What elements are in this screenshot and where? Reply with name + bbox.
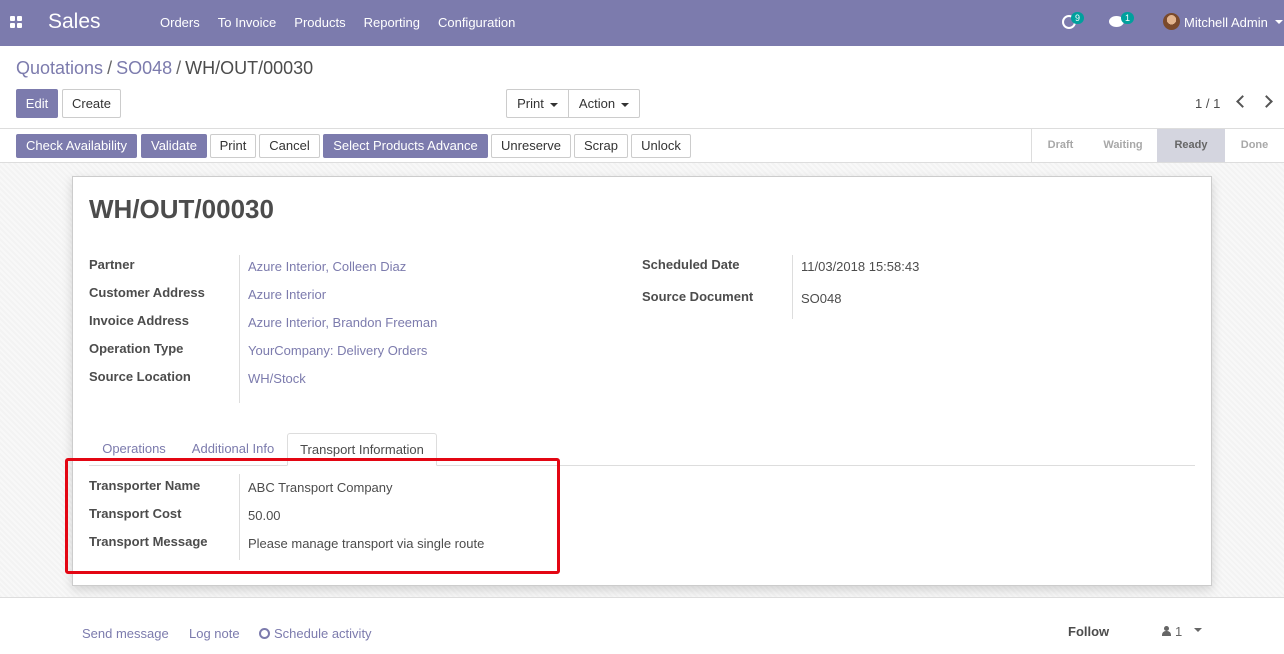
menu-reporting[interactable]: Reporting bbox=[364, 15, 420, 30]
schedule-activity-button[interactable]: Schedule activity bbox=[259, 626, 372, 641]
top-navbar: Sales Orders To Invoice Products Reporti… bbox=[0, 0, 1284, 46]
unreserve-button[interactable]: Unreserve bbox=[491, 134, 571, 158]
pager-previous-icon[interactable] bbox=[1236, 95, 1249, 108]
caret-down-icon[interactable] bbox=[1194, 628, 1202, 632]
breadcrumb-separator: / bbox=[107, 58, 113, 78]
menu-products[interactable]: Products bbox=[294, 15, 345, 30]
cancel-button[interactable]: Cancel bbox=[259, 134, 320, 158]
select-products-advance-button[interactable]: Select Products Advance bbox=[323, 134, 488, 158]
scheduled-date-label: Scheduled Date bbox=[642, 257, 740, 272]
followers-count[interactable]: 1 bbox=[1175, 624, 1182, 639]
stage-done: Done bbox=[1240, 139, 1269, 151]
highlight-annotation-box bbox=[65, 458, 560, 574]
send-message-button[interactable]: Send message bbox=[82, 626, 169, 641]
menu-to-invoice[interactable]: To Invoice bbox=[218, 15, 277, 30]
stage-waiting: Waiting bbox=[1103, 139, 1143, 151]
partner-label: Partner bbox=[89, 257, 135, 272]
schedule-activity-label: Schedule activity bbox=[274, 626, 372, 641]
edit-button[interactable]: Edit bbox=[16, 89, 58, 118]
scrap-button[interactable]: Scrap bbox=[574, 134, 628, 158]
print-dropdown-label: Print bbox=[517, 96, 544, 111]
messages-badge: 1 bbox=[1121, 12, 1135, 24]
create-button[interactable]: Create bbox=[62, 89, 121, 118]
pager-next-icon[interactable] bbox=[1260, 95, 1273, 108]
breadcrumb-quotations[interactable]: Quotations bbox=[16, 58, 103, 78]
print-dropdown[interactable]: Print bbox=[506, 89, 569, 118]
customer-address-label: Customer Address bbox=[89, 285, 205, 300]
record-title: WH/OUT/00030 bbox=[89, 194, 274, 224]
source-document-label: Source Document bbox=[642, 289, 754, 304]
log-note-button[interactable]: Log note bbox=[189, 626, 240, 641]
user-menu[interactable]: Mitchell Admin bbox=[1184, 15, 1268, 30]
activity-badge: 9 bbox=[1071, 12, 1085, 24]
caret-down-icon[interactable] bbox=[1275, 20, 1283, 24]
pager-value[interactable]: 1 / 1 bbox=[1195, 96, 1220, 111]
apps-menu-icon[interactable] bbox=[10, 16, 22, 28]
user-icon[interactable] bbox=[1162, 626, 1171, 636]
source-document-value: SO048 bbox=[801, 291, 842, 306]
customer-address-link[interactable]: Azure Interior bbox=[248, 287, 326, 302]
operation-type-label: Operation Type bbox=[89, 341, 184, 356]
breadcrumb-current: WH/OUT/00030 bbox=[185, 58, 314, 78]
scheduled-date-value: 11/03/2018 15:58:43 bbox=[801, 259, 920, 274]
print-button[interactable]: Print bbox=[210, 134, 256, 158]
action-dropdown-label: Action bbox=[578, 96, 616, 111]
breadcrumb-separator: / bbox=[176, 58, 182, 78]
clock-icon bbox=[259, 628, 270, 639]
chatter: Send message Log note Schedule activity … bbox=[0, 597, 1284, 654]
stage-pipeline: Draft Waiting Ready Done bbox=[1031, 129, 1284, 162]
avatar[interactable] bbox=[1163, 13, 1180, 30]
action-dropdown[interactable]: Action bbox=[568, 89, 640, 118]
unlock-button[interactable]: Unlock bbox=[631, 134, 691, 158]
stage-draft: Draft bbox=[1047, 139, 1074, 151]
breadcrumb-so048[interactable]: SO048 bbox=[116, 58, 172, 78]
caret-down-icon bbox=[549, 102, 558, 107]
menu-configuration[interactable]: Configuration bbox=[438, 15, 515, 30]
main-menu: Orders To Invoice Products Reporting Con… bbox=[160, 15, 533, 30]
invoice-address-link[interactable]: Azure Interior, Brandon Freeman bbox=[248, 315, 437, 330]
validate-button[interactable]: Validate bbox=[141, 134, 207, 158]
operation-type-link[interactable]: YourCompany: Delivery Orders bbox=[248, 343, 427, 358]
app-title[interactable]: Sales bbox=[48, 10, 101, 34]
field-divider bbox=[239, 255, 240, 403]
field-divider bbox=[792, 255, 793, 319]
source-location-link[interactable]: WH/Stock bbox=[248, 371, 306, 386]
partner-link[interactable]: Azure Interior, Colleen Diaz bbox=[248, 259, 406, 274]
invoice-address-label: Invoice Address bbox=[89, 313, 189, 328]
breadcrumb: Quotations / SO048/WH/OUT/00030 bbox=[16, 58, 313, 79]
check-availability-button[interactable]: Check Availability bbox=[16, 134, 137, 158]
caret-down-icon bbox=[621, 102, 630, 107]
menu-orders[interactable]: Orders bbox=[160, 15, 200, 30]
follow-button[interactable]: Follow bbox=[1068, 624, 1109, 639]
source-location-label: Source Location bbox=[89, 369, 191, 384]
status-bar: Check Availability Validate Print Cancel… bbox=[0, 128, 1284, 163]
stage-ready: Ready bbox=[1157, 129, 1225, 162]
